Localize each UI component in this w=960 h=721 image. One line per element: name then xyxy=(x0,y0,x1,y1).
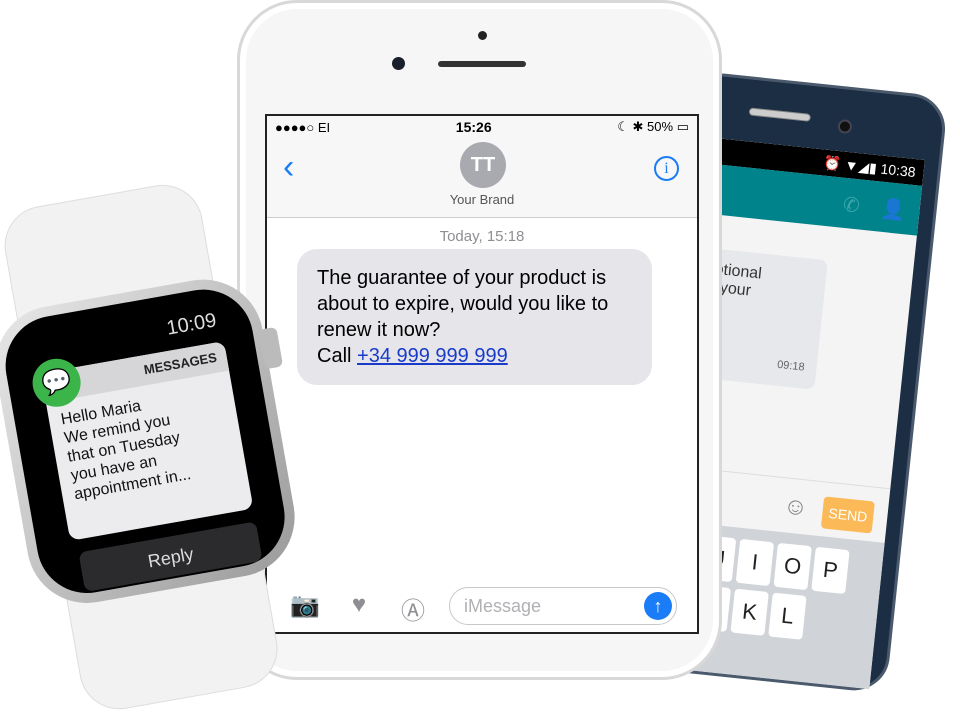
apple-watch: 10:09 MESSAGES 💬 Hello Maria We remind y… xyxy=(0,178,321,716)
send-arrow-icon[interactable]: ↑ xyxy=(644,592,672,620)
speaker xyxy=(748,107,812,122)
key[interactable]: L xyxy=(768,592,807,640)
battery-icon: ▭ xyxy=(676,119,689,134)
watch-screen: 10:09 MESSAGES 💬 Hello Maria We remind y… xyxy=(0,281,293,601)
speaker xyxy=(438,61,526,67)
notification-card[interactable]: MESSAGES 💬 Hello Maria We remind you tha… xyxy=(28,341,254,541)
imessage-input[interactable]: iMessage ↑ xyxy=(449,587,677,625)
watch-case: 10:09 MESSAGES 💬 Hello Maria We remind y… xyxy=(0,270,305,613)
phone-link[interactable]: +34 999 999 999 xyxy=(357,345,508,367)
send-button[interactable]: SEND xyxy=(820,496,875,534)
contact-name: Your Brand xyxy=(449,192,515,207)
watch-time: 10:09 xyxy=(164,309,219,340)
iphone: ●●●●○ EI 15:26 ☾ ✱ 50% ▭ ‹ TT Your Brand i… xyxy=(237,0,722,680)
emoji-icon[interactable]: ☺ xyxy=(782,492,809,522)
message-bubble: The guarantee of your product is about t… xyxy=(297,249,652,385)
status-time: 15:26 xyxy=(455,119,492,135)
status-time: 10:38 xyxy=(879,160,917,181)
message-time: 09:18 xyxy=(776,358,806,374)
camera-icon[interactable]: 📷 xyxy=(287,591,323,621)
camera xyxy=(837,118,853,135)
back-icon[interactable]: ‹ xyxy=(283,148,294,187)
iphone-screen: ●●●●○ EI 15:26 ☾ ✱ 50% ▭ ‹ TT Your Brand i… xyxy=(265,114,699,634)
sensor xyxy=(478,31,487,40)
alarm-icon: ⏰ ▼◢▮ xyxy=(822,154,882,177)
camera xyxy=(392,57,405,70)
status-bar: ●●●●○ EI 15:26 ☾ ✱ 50% ▭ xyxy=(267,116,697,138)
moon-bluetooth-icon: ☾ ✱ xyxy=(617,119,648,134)
carrier: ●●●●○ EI xyxy=(275,119,331,135)
message-text: The guarantee of your product is about t… xyxy=(317,267,609,341)
battery-level: 50% xyxy=(647,119,674,134)
key[interactable]: O xyxy=(773,542,812,591)
contact-icon[interactable]: 👤 xyxy=(879,196,906,223)
input-placeholder: iMessage xyxy=(464,596,542,616)
phone-icon[interactable]: ✆ xyxy=(842,192,861,219)
conversation-header: ‹ TT Your Brand i xyxy=(267,138,697,218)
info-icon[interactable]: i xyxy=(654,156,679,181)
compose-bar: 📷 ♥ Ⓐ iMessage ↑ xyxy=(267,581,697,631)
call-label: Call xyxy=(317,345,352,367)
app-store-icon[interactable]: Ⓐ xyxy=(395,591,431,625)
digital-touch-icon[interactable]: ♥ xyxy=(341,591,377,621)
key[interactable]: P xyxy=(811,546,850,595)
message-date: Today, 15:18 xyxy=(439,228,525,245)
key[interactable]: I xyxy=(735,538,775,587)
key[interactable]: K xyxy=(730,588,769,636)
avatar[interactable]: TT xyxy=(460,142,506,188)
